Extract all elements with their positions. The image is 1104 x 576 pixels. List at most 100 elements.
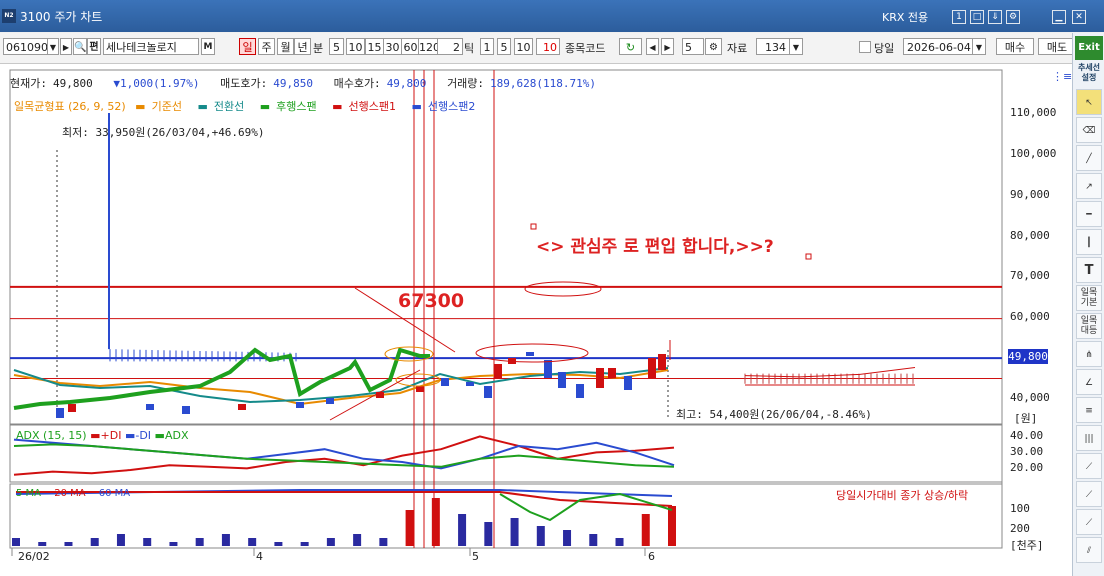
y-tick-90000: 90,000 (1010, 188, 1050, 201)
same-day-checkbox[interactable] (859, 41, 871, 53)
angle-tool-icon[interactable]: ∠ (1076, 369, 1102, 395)
minute-120-button[interactable]: 120 (418, 38, 440, 55)
price-candle (68, 404, 76, 412)
code-dropdown-icon[interactable]: ▼ (47, 38, 59, 55)
title-bar: N2 3100 주가 차트 KRX 전용 1 □ ⇓ ⚙ ▁ ✕ (0, 0, 1104, 32)
m-icon[interactable]: M (201, 38, 215, 55)
grid-tool-icon[interactable]: ||| (1076, 425, 1102, 451)
vol-legend-60ma: 60 MA (98, 488, 131, 499)
stock-code-label: 종목코드 (565, 42, 606, 55)
bid-price: 49,800 (386, 77, 427, 90)
arrow-line-tool-icon[interactable]: ↗ (1076, 173, 1102, 199)
y-tick-40000: 40,000 (1010, 391, 1050, 404)
refresh-icon[interactable]: ↻ (619, 38, 642, 55)
volume-bar (221, 534, 230, 546)
sell-button[interactable]: 매도 (1038, 38, 1076, 55)
high-note: 최고: 54,400원(26/06/04,-8.46%) (676, 408, 872, 421)
vertical-line-tool-icon[interactable]: ┃ (1076, 229, 1102, 255)
price-candle (182, 406, 190, 414)
handler-icon[interactable]: 편 (87, 38, 101, 55)
minute-10-button[interactable]: 10 (346, 38, 365, 55)
price-candle (648, 358, 656, 378)
tick-custom-input[interactable]: 10 (536, 38, 560, 55)
volume-bar (274, 542, 283, 546)
comment-anchor-b (805, 253, 812, 260)
price-candle (146, 404, 154, 410)
play-icon[interactable]: ▶ (60, 38, 72, 55)
minute-15-button[interactable]: 15 (365, 38, 384, 55)
search-icon[interactable]: 🔍 (73, 38, 87, 55)
legend-toggle-icon[interactable]: ⋮≡ (1052, 70, 1072, 83)
price-candle (596, 368, 604, 388)
date-input[interactable]: 2026-06-04 (903, 38, 975, 55)
window-control-settings[interactable]: ⚙ (1006, 10, 1020, 24)
down-arrow-icon: ▼ (113, 77, 120, 90)
comment-annotation[interactable]: <> 관심주 로 편입 합니다,>>? (536, 232, 774, 257)
comment-ellipse-marker (524, 281, 602, 297)
cursor-tool-icon[interactable]: ↖ (1076, 89, 1102, 115)
low-note: 최저: 33,950원(26/03/04,+46.69%) (62, 126, 265, 139)
minimize-button[interactable]: ▁ (1052, 10, 1066, 24)
volume-label: 거래량: (447, 77, 485, 90)
quote-info: 현재가: 49,800 ▼1,000(1.97%) 매도호가: 49,850 매수호… (10, 75, 602, 91)
volume-bar (300, 542, 309, 546)
gann-fan-a-icon[interactable]: ⟋ (1076, 453, 1102, 479)
tick-5-button[interactable]: 5 (497, 38, 511, 55)
settings-gear-icon[interactable]: ⚙ (705, 38, 722, 55)
text-tool-icon[interactable]: T (1076, 257, 1102, 283)
tick-10-button[interactable]: 10 (514, 38, 533, 55)
window-control-pin[interactable]: ⇓ (988, 10, 1002, 24)
stock-name-field[interactable]: 세나테크놀로지 (103, 38, 199, 55)
minute-5-button[interactable]: 5 (329, 38, 344, 55)
next-icon[interactable]: ▶ (661, 38, 674, 55)
volume-unit-label: [천주] (1010, 539, 1044, 552)
minute-30-button[interactable]: 30 (383, 38, 402, 55)
volume-value: 189,628(118.71%) (490, 77, 597, 90)
prev-icon[interactable]: ◀ (646, 38, 659, 55)
tick-1-button[interactable]: 1 (480, 38, 494, 55)
price-label: 현재가: (10, 77, 47, 90)
volume-bar (90, 538, 99, 546)
period-year-button[interactable]: 년 (294, 38, 311, 55)
adx-legend-title: ADX (15, 15) (16, 429, 87, 442)
fan-tool-icon[interactable]: ⋔ (1076, 341, 1102, 367)
adx-series-0 (13, 435, 675, 476)
trend-settings-button[interactable]: 추세선 설정 (1074, 63, 1104, 83)
ask-price: 49,850 (273, 77, 313, 90)
data-label: 자료 (727, 42, 748, 55)
drawing-tool-sidebar: Exit 추세선 설정 ↖ ⌫ ╱ ↗ ━ ┃ T 일목 기본 일목 대등 ⋔ … (1072, 33, 1104, 576)
target-price-label[interactable]: 67300 (398, 290, 464, 312)
gann-fan-c-icon[interactable]: ⟋ (1076, 509, 1102, 535)
period-day-button[interactable]: 일 (239, 38, 256, 55)
price-candle (558, 372, 566, 388)
line-tool-icon[interactable]: ╱ (1076, 145, 1102, 171)
step-input[interactable]: 5 (682, 38, 704, 55)
window-control-1[interactable]: 1 (952, 10, 966, 24)
date-dropdown-icon[interactable]: ▼ (972, 38, 986, 55)
hatch-tool-icon[interactable]: ⫽ (1076, 537, 1102, 563)
tick-input[interactable]: 2 (437, 38, 463, 55)
buy-button[interactable]: 매수 (996, 38, 1034, 55)
legend-senkou2: ▬ 선행스팬2 (411, 100, 476, 113)
gann-fan-b-icon[interactable]: ⟋ (1076, 481, 1102, 507)
ichimoku-legend: 일목균형표 (26, 9, 52) ▬ 기준선 ▬ 전환선 ▬ 후행스팬 ▬ 선행스팬1… (14, 98, 487, 114)
period-month-button[interactable]: 월 (277, 38, 294, 55)
horizontal-line-tool-icon[interactable]: ━ (1076, 201, 1102, 227)
period-week-button[interactable]: 주 (258, 38, 275, 55)
volume-bar (379, 538, 388, 546)
ichimoku-equal-tool[interactable]: 일목 대등 (1076, 313, 1102, 339)
current-price: 49,800 (52, 77, 93, 90)
data-count-dropdown-icon[interactable]: ▼ (789, 38, 803, 55)
volume-bar (12, 538, 20, 546)
close-button[interactable]: ✕ (1072, 10, 1086, 24)
parallel-tool-icon[interactable]: ≡ (1076, 397, 1102, 423)
exit-button[interactable]: Exit (1075, 36, 1103, 60)
eraser-tool-icon[interactable]: ⌫ (1076, 117, 1102, 143)
volume-bar (248, 538, 257, 546)
price-candle (544, 360, 552, 378)
data-count-input[interactable]: 134 (756, 38, 790, 55)
price-unit-label: [원] (1014, 412, 1038, 425)
stock-code-input[interactable]: 061090 (3, 38, 49, 55)
ichimoku-basic-tool[interactable]: 일목 기본 (1076, 285, 1102, 311)
window-control-restore[interactable]: □ (970, 10, 984, 24)
